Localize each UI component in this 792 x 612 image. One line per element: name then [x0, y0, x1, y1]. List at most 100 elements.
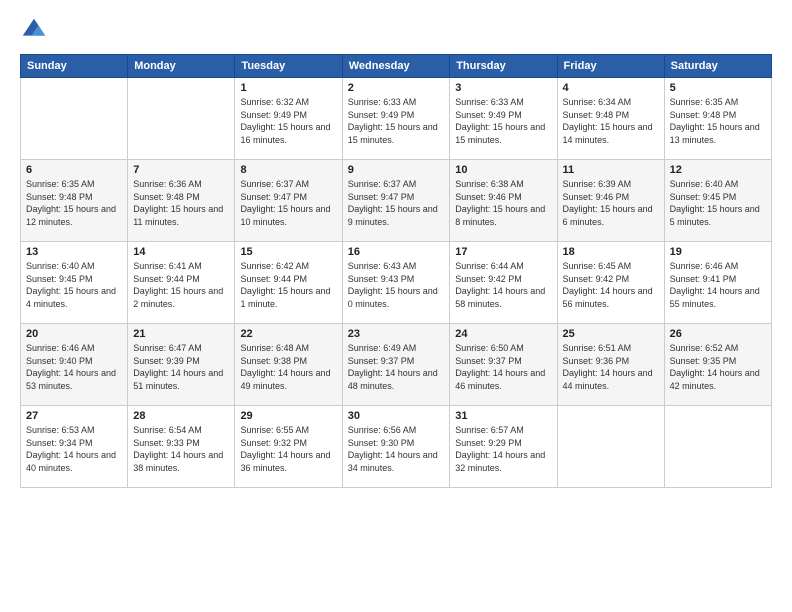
day-info: Sunrise: 6:40 AM Sunset: 9:45 PM Dayligh…	[26, 260, 122, 310]
day-info: Sunrise: 6:55 AM Sunset: 9:32 PM Dayligh…	[240, 424, 336, 474]
day-number: 7	[133, 164, 229, 176]
calendar-cell: 6 Sunrise: 6:35 AM Sunset: 9:48 PM Daylig…	[21, 160, 128, 242]
col-monday: Monday	[128, 55, 235, 78]
calendar-cell: 7 Sunrise: 6:36 AM Sunset: 9:48 PM Daylig…	[128, 160, 235, 242]
calendar-cell: 8 Sunrise: 6:37 AM Sunset: 9:47 PM Daylig…	[235, 160, 342, 242]
day-info: Sunrise: 6:38 AM Sunset: 9:46 PM Dayligh…	[455, 178, 551, 228]
day-info: Sunrise: 6:41 AM Sunset: 9:44 PM Dayligh…	[133, 260, 229, 310]
day-number: 31	[455, 410, 551, 422]
calendar-cell: 26 Sunrise: 6:52 AM Sunset: 9:35 PM Dayli…	[664, 324, 771, 406]
day-info: Sunrise: 6:57 AM Sunset: 9:29 PM Dayligh…	[455, 424, 551, 474]
day-number: 13	[26, 246, 122, 258]
day-info: Sunrise: 6:37 AM Sunset: 9:47 PM Dayligh…	[240, 178, 336, 228]
calendar-cell: 25 Sunrise: 6:51 AM Sunset: 9:36 PM Dayli…	[557, 324, 664, 406]
day-number: 16	[348, 246, 445, 258]
day-info: Sunrise: 6:46 AM Sunset: 9:41 PM Dayligh…	[670, 260, 766, 310]
calendar-cell: 15 Sunrise: 6:42 AM Sunset: 9:44 PM Dayli…	[235, 242, 342, 324]
calendar-cell: 22 Sunrise: 6:48 AM Sunset: 9:38 PM Dayli…	[235, 324, 342, 406]
calendar-week-row: 13 Sunrise: 6:40 AM Sunset: 9:45 PM Dayli…	[21, 242, 772, 324]
calendar-week-row: 6 Sunrise: 6:35 AM Sunset: 9:48 PM Daylig…	[21, 160, 772, 242]
day-number: 20	[26, 328, 122, 340]
day-info: Sunrise: 6:50 AM Sunset: 9:37 PM Dayligh…	[455, 342, 551, 392]
logo	[20, 16, 52, 44]
day-number: 25	[563, 328, 659, 340]
day-number: 4	[563, 82, 659, 94]
calendar-cell: 10 Sunrise: 6:38 AM Sunset: 9:46 PM Dayli…	[450, 160, 557, 242]
calendar-cell: 2 Sunrise: 6:33 AM Sunset: 9:49 PM Daylig…	[342, 78, 450, 160]
day-info: Sunrise: 6:39 AM Sunset: 9:46 PM Dayligh…	[563, 178, 659, 228]
calendar-cell: 16 Sunrise: 6:43 AM Sunset: 9:43 PM Dayli…	[342, 242, 450, 324]
day-info: Sunrise: 6:42 AM Sunset: 9:44 PM Dayligh…	[240, 260, 336, 310]
day-info: Sunrise: 6:43 AM Sunset: 9:43 PM Dayligh…	[348, 260, 445, 310]
day-number: 1	[240, 82, 336, 94]
logo-icon	[20, 16, 48, 44]
calendar-cell: 21Sunrise: 6:47 AM Sunset: 9:39 PM Dayli…	[128, 324, 235, 406]
day-info: Sunrise: 6:36 AM Sunset: 9:48 PM Dayligh…	[133, 178, 229, 228]
day-number: 27	[26, 410, 122, 422]
page: Sunday Monday Tuesday Wednesday Thursday…	[0, 0, 792, 612]
calendar-header-row: Sunday Monday Tuesday Wednesday Thursday…	[21, 55, 772, 78]
day-info: Sunrise: 6:48 AM Sunset: 9:38 PM Dayligh…	[240, 342, 336, 392]
day-info: Sunrise: 6:32 AM Sunset: 9:49 PM Dayligh…	[240, 96, 336, 146]
day-number: 22	[240, 328, 336, 340]
day-number: 12	[670, 164, 766, 176]
day-info: Sunrise: 6:51 AM Sunset: 9:36 PM Dayligh…	[563, 342, 659, 392]
day-info: Sunrise: 6:35 AM Sunset: 9:48 PM Dayligh…	[26, 178, 122, 228]
day-number: 29	[240, 410, 336, 422]
day-info: Sunrise: 6:33 AM Sunset: 9:49 PM Dayligh…	[348, 96, 445, 146]
day-number: 15	[240, 246, 336, 258]
day-number: 14	[133, 246, 229, 258]
day-number: 5	[670, 82, 766, 94]
day-info: Sunrise: 6:34 AM Sunset: 9:48 PM Dayligh…	[563, 96, 659, 146]
calendar-cell: 31 Sunrise: 6:57 AM Sunset: 9:29 PM Dayli…	[450, 406, 557, 488]
calendar-week-row: 27 Sunrise: 6:53 AM Sunset: 9:34 PM Dayli…	[21, 406, 772, 488]
day-info: Sunrise: 6:45 AM Sunset: 9:42 PM Dayligh…	[563, 260, 659, 310]
day-number: 10	[455, 164, 551, 176]
day-info: Sunrise: 6:33 AM Sunset: 9:49 PM Dayligh…	[455, 96, 551, 146]
calendar-week-row: 20 Sunrise: 6:46 AM Sunset: 9:40 PM Dayli…	[21, 324, 772, 406]
day-info: Sunrise: 6:54 AM Sunset: 9:33 PM Dayligh…	[133, 424, 229, 474]
calendar-cell: 17 Sunrise: 6:44 AM Sunset: 9:42 PM Dayli…	[450, 242, 557, 324]
col-friday: Friday	[557, 55, 664, 78]
calendar-cell: 14 Sunrise: 6:41 AM Sunset: 9:44 PM Dayli…	[128, 242, 235, 324]
calendar-cell: 3 Sunrise: 6:33 AM Sunset: 9:49 PM Daylig…	[450, 78, 557, 160]
calendar-cell: 9 Sunrise: 6:37 AM Sunset: 9:47 PM Daylig…	[342, 160, 450, 242]
col-saturday: Saturday	[664, 55, 771, 78]
day-number: 30	[348, 410, 445, 422]
day-info: Sunrise: 6:46 AM Sunset: 9:40 PM Dayligh…	[26, 342, 122, 392]
day-info: Sunrise: 6:40 AM Sunset: 9:45 PM Dayligh…	[670, 178, 766, 228]
calendar-cell	[664, 406, 771, 488]
calendar: Sunday Monday Tuesday Wednesday Thursday…	[20, 54, 772, 488]
day-number: 2	[348, 82, 445, 94]
day-number: 6	[26, 164, 122, 176]
col-tuesday: Tuesday	[235, 55, 342, 78]
day-info: Sunrise: 6:35 AM Sunset: 9:48 PM Dayligh…	[670, 96, 766, 146]
calendar-cell: 29 Sunrise: 6:55 AM Sunset: 9:32 PM Dayli…	[235, 406, 342, 488]
day-number: 26	[670, 328, 766, 340]
day-number: 23	[348, 328, 445, 340]
day-info: Sunrise: 6:37 AM Sunset: 9:47 PM Dayligh…	[348, 178, 445, 228]
day-info: Sunrise: 6:49 AM Sunset: 9:37 PM Dayligh…	[348, 342, 445, 392]
col-sunday: Sunday	[21, 55, 128, 78]
calendar-cell	[21, 78, 128, 160]
calendar-cell: 23 Sunrise: 6:49 AM Sunset: 9:37 PM Dayli…	[342, 324, 450, 406]
day-number: 17	[455, 246, 551, 258]
calendar-cell	[128, 78, 235, 160]
day-info: Sunrise: 6:44 AM Sunset: 9:42 PM Dayligh…	[455, 260, 551, 310]
calendar-cell	[557, 406, 664, 488]
calendar-cell: 19 Sunrise: 6:46 AM Sunset: 9:41 PM Dayli…	[664, 242, 771, 324]
calendar-cell: 12 Sunrise: 6:40 AM Sunset: 9:45 PM Dayli…	[664, 160, 771, 242]
calendar-cell: 4 Sunrise: 6:34 AM Sunset: 9:48 PM Daylig…	[557, 78, 664, 160]
day-number: 8	[240, 164, 336, 176]
header	[20, 16, 772, 44]
day-number: 3	[455, 82, 551, 94]
day-info: Sunrise: 6:53 AM Sunset: 9:34 PM Dayligh…	[26, 424, 122, 474]
day-number: 19	[670, 246, 766, 258]
day-number: 18	[563, 246, 659, 258]
calendar-cell: 18 Sunrise: 6:45 AM Sunset: 9:42 PM Dayli…	[557, 242, 664, 324]
day-number: 9	[348, 164, 445, 176]
calendar-cell: 24Sunrise: 6:50 AM Sunset: 9:37 PM Dayli…	[450, 324, 557, 406]
day-info: Sunrise: 6:52 AM Sunset: 9:35 PM Dayligh…	[670, 342, 766, 392]
calendar-cell: 13 Sunrise: 6:40 AM Sunset: 9:45 PM Dayli…	[21, 242, 128, 324]
day-number: 21	[133, 328, 229, 340]
